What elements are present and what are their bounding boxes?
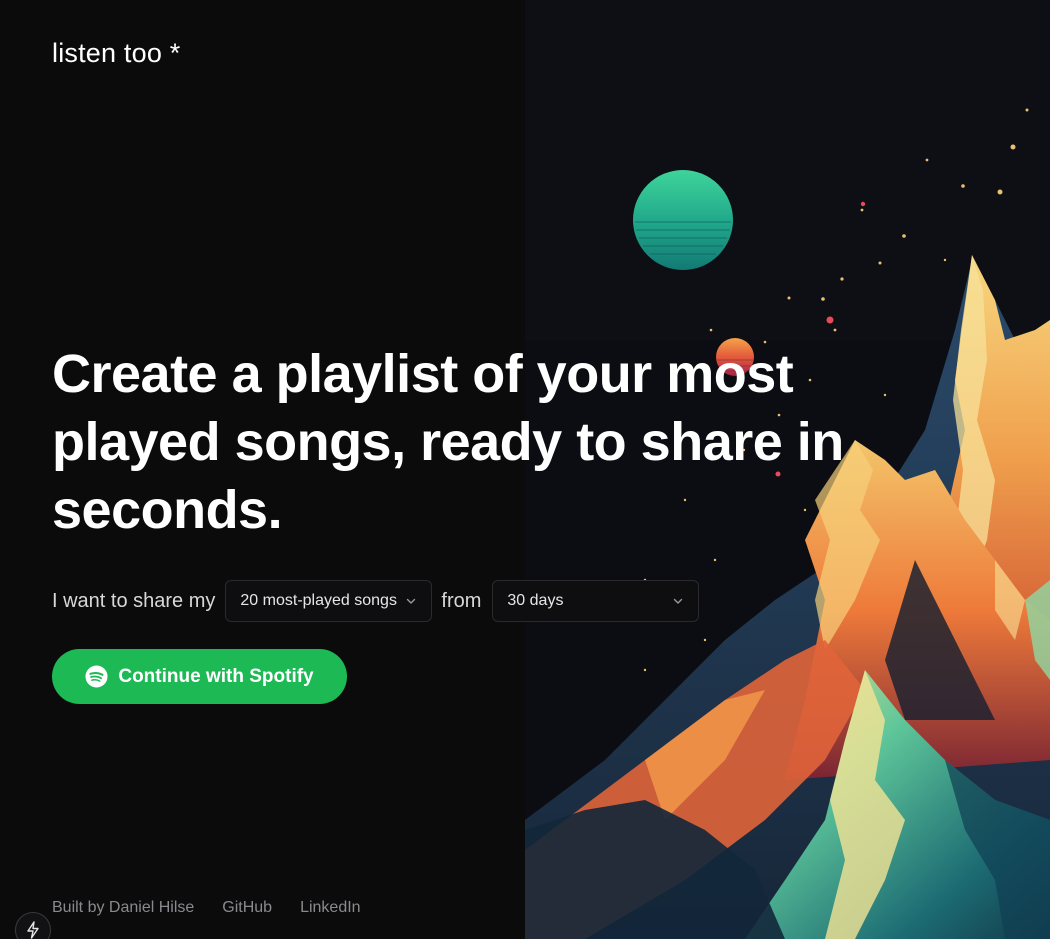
spotify-icon <box>85 665 108 688</box>
chevron-down-icon <box>674 598 683 604</box>
continue-with-spotify-label: Continue with Spotify <box>118 665 314 687</box>
footer: Built by Daniel Hilse GitHub LinkedIn <box>52 899 361 917</box>
hero-headline: Create a playlist of your most played so… <box>52 344 844 540</box>
lightning-bolt-badge[interactable] <box>15 912 51 939</box>
share-options-row: I want to share my 20 most-played songs … <box>52 580 700 622</box>
app-logo[interactable]: listen too * <box>52 38 180 69</box>
chevron-down-icon <box>407 598 416 604</box>
footer-github-link[interactable]: GitHub <box>222 899 272 917</box>
time-range-select[interactable]: 30 days <box>492 580 700 622</box>
song-count-select[interactable]: 20 most-played songs <box>225 580 433 622</box>
continue-with-spotify-button[interactable]: Continue with Spotify <box>52 649 347 704</box>
lightning-bolt-icon <box>27 921 39 939</box>
time-range-value: 30 days <box>507 592 564 609</box>
song-count-value: 20 most-played songs <box>240 592 397 609</box>
landing-page: listen too * Create a playlist of your m… <box>0 0 1050 939</box>
footer-built-by: Built by Daniel Hilse <box>52 899 195 916</box>
share-prefix-label: I want to share my <box>52 589 216 612</box>
from-label: from <box>441 589 482 612</box>
footer-linkedin-link[interactable]: LinkedIn <box>300 899 361 917</box>
